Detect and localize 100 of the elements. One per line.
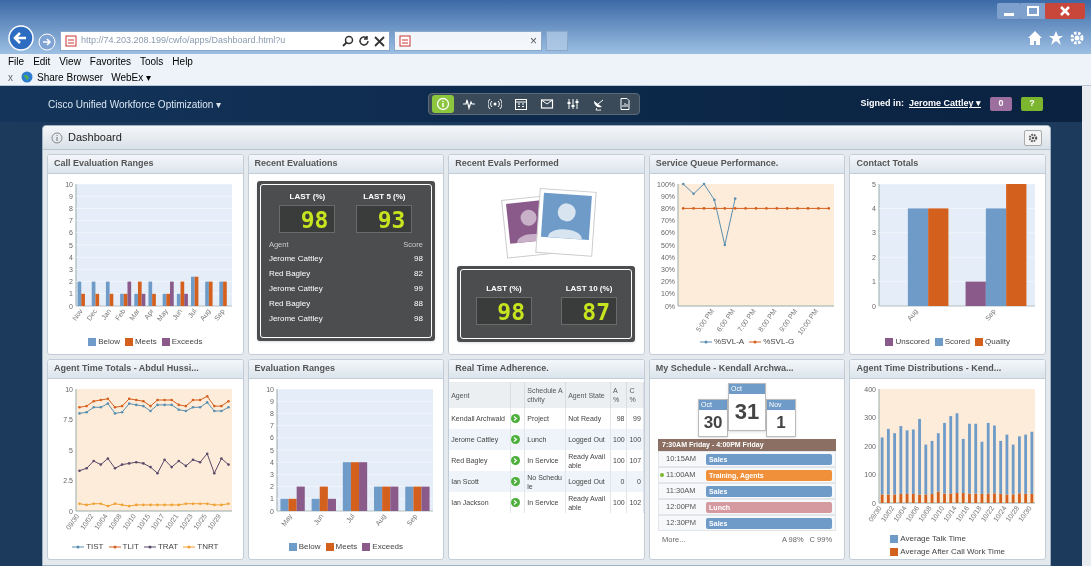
legend-label: Below xyxy=(298,541,321,553)
widget-title: Service Queue Performance. xyxy=(655,157,779,171)
legend-marker xyxy=(749,339,762,345)
legend-swatch xyxy=(890,535,899,543)
bar xyxy=(382,486,391,511)
menu-item[interactable]: Help xyxy=(172,54,193,69)
app-title-menu[interactable]: Cisco Unified Workforce Optimization ▾ xyxy=(48,96,428,112)
score-row-cell: 88 xyxy=(414,298,423,311)
info-icon xyxy=(51,131,63,144)
bar xyxy=(405,486,414,511)
back-button[interactable] xyxy=(8,25,34,51)
legend-label: Meets xyxy=(134,336,157,348)
legend-label: TNRT xyxy=(197,541,219,553)
share-browser-button[interactable]: Share Browser xyxy=(37,69,104,85)
legend-label: Scored xyxy=(944,336,971,348)
legend-swatch xyxy=(885,338,894,346)
bar xyxy=(373,486,383,511)
score-label: LAST (%) xyxy=(289,191,326,203)
legend-label: TRAT xyxy=(157,541,179,553)
bar xyxy=(350,462,359,511)
legend-swatch xyxy=(124,338,133,346)
search-icon[interactable] xyxy=(342,35,354,47)
scrollbar[interactable] xyxy=(1082,86,1091,566)
document-icon xyxy=(618,97,632,111)
menu-item[interactable]: Tools xyxy=(140,54,164,69)
score-label: LAST 10 (%) xyxy=(565,283,613,295)
maximize-button[interactable] xyxy=(1021,3,1045,19)
page-icon xyxy=(399,35,411,47)
widget-title: Contact Totals xyxy=(856,157,919,171)
user-menu-link[interactable]: Jerome Cattley ▾ xyxy=(908,97,981,111)
close-button[interactable] xyxy=(1045,3,1085,19)
star-icon[interactable] xyxy=(1048,30,1064,46)
legend-label: Quality xyxy=(985,336,1010,348)
legend-label: Meets xyxy=(335,541,358,553)
forward-button[interactable] xyxy=(38,33,56,51)
legend-swatch xyxy=(325,543,334,551)
legend-label: TLIT xyxy=(122,541,139,553)
home-icon[interactable] xyxy=(1027,30,1043,46)
score-display: 98 xyxy=(279,205,336,233)
score-row-cell: Red Bagley xyxy=(268,268,311,281)
badge-button[interactable]: 0 xyxy=(990,97,1012,111)
calendar-day: 31 xyxy=(729,394,766,430)
bar xyxy=(421,486,430,511)
status-icon xyxy=(511,435,520,444)
legend-marker xyxy=(108,544,121,550)
dashboard-title: Dashboard xyxy=(68,130,122,146)
legend-label: %SVL-A xyxy=(713,336,745,348)
widget-title: Recent Evals Performed xyxy=(455,157,559,171)
legend-swatch xyxy=(161,338,170,346)
widget-title: Evaluation Ranges xyxy=(254,362,336,376)
legend-label: Below xyxy=(98,336,120,348)
legend-marker xyxy=(72,544,85,550)
envelope-icon xyxy=(540,97,554,111)
toolbar-close-button[interactable]: x xyxy=(8,69,13,85)
tab-close-button[interactable]: × xyxy=(530,32,537,50)
webex-menu[interactable]: WebEx ▾ xyxy=(111,69,151,85)
legend-label: TIST xyxy=(86,541,104,553)
antenna-icon xyxy=(488,97,502,111)
refresh-icon[interactable] xyxy=(358,35,370,47)
menu-item[interactable]: File xyxy=(8,54,25,69)
settings-button[interactable] xyxy=(1024,129,1042,146)
calendar-icon xyxy=(514,97,528,111)
legend-marker xyxy=(143,544,156,550)
minimize-button[interactable] xyxy=(997,3,1021,19)
legend-label: Average Talk Time xyxy=(900,533,966,545)
browser-tab[interactable]: × xyxy=(394,31,542,51)
info-icon xyxy=(436,97,450,111)
page-icon xyxy=(65,35,77,47)
score-display: 98 xyxy=(476,297,532,325)
legend-swatch xyxy=(975,338,984,346)
legend-label: Unscored xyxy=(895,336,930,348)
legend-marker xyxy=(183,544,196,550)
legend-swatch xyxy=(362,543,371,551)
status-icon xyxy=(511,414,520,423)
sliders-icon xyxy=(566,97,580,111)
widget-title: Call Evaluation Ranges xyxy=(54,157,154,171)
legend-swatch xyxy=(88,338,97,346)
legend-label: %SVL-G xyxy=(763,336,795,348)
legend-swatch xyxy=(288,543,297,551)
legend-marker xyxy=(699,339,712,345)
menu-item[interactable]: Favorites xyxy=(89,54,131,69)
status-icon xyxy=(511,498,520,507)
score-row-cell: 99 xyxy=(414,283,423,296)
widget-title: Agent Time Distributions - Kend... xyxy=(856,362,1002,376)
bar xyxy=(390,486,399,511)
score-row-cell: Jerome Cattley xyxy=(268,283,323,296)
settings-icon[interactable] xyxy=(1069,30,1085,46)
legend-label: Exceeds xyxy=(171,336,203,348)
stop-icon[interactable] xyxy=(374,35,385,47)
score-row-cell: Jerome Cattley xyxy=(268,313,323,326)
dish-icon xyxy=(592,97,606,111)
legend-swatch xyxy=(890,548,899,556)
widget-title: My Schedule - Kendall Archwa... xyxy=(655,362,794,376)
status-icon xyxy=(511,456,520,465)
bar xyxy=(413,486,422,511)
menu-item[interactable]: View xyxy=(59,54,81,69)
score-display: 93 xyxy=(356,205,413,233)
menu-item[interactable]: Edit xyxy=(33,54,51,69)
calendar-day: 30 xyxy=(699,410,728,436)
widget-title: Agent Time Totals - Abdul Hussi... xyxy=(54,362,199,376)
